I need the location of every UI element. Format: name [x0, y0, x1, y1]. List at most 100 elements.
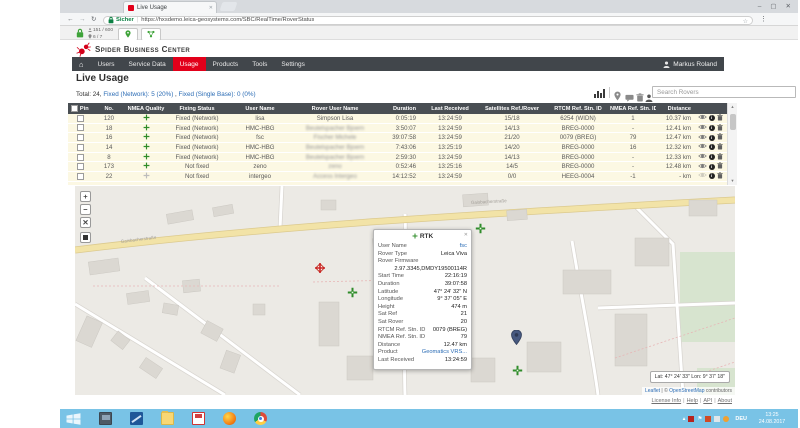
nav-item[interactable]: Usage: [173, 57, 206, 71]
nav-item[interactable]: Service Data: [122, 57, 173, 71]
address-bar[interactable]: Sicher | https://hxsdemo.leica-geosystem…: [103, 16, 753, 26]
show-on-map-icon[interactable]: [698, 114, 707, 122]
windows-start-icon[interactable]: [66, 413, 81, 425]
reference-station-pin[interactable]: [511, 330, 522, 350]
row-checkbox[interactable]: [77, 144, 84, 151]
terminal-app-icon[interactable]: [99, 412, 112, 425]
scroll-up-icon[interactable]: ▲: [728, 103, 737, 111]
table-row[interactable]: 16 Fixed (Network) fsc Fischer Michele 3…: [68, 133, 737, 143]
info-icon[interactable]: i: [709, 164, 715, 170]
tab-close-icon[interactable]: ✕: [209, 5, 213, 11]
locate-pin-icon[interactable]: [614, 88, 624, 98]
show-on-map-icon[interactable]: [698, 143, 707, 151]
tray-expand-icon[interactable]: ▴: [683, 416, 686, 422]
home-icon[interactable]: ⌂: [72, 57, 91, 71]
summary-fixed-network[interactable]: Fixed (Network): 5 (20%): [103, 91, 173, 98]
rover-marker-green[interactable]: [512, 363, 523, 381]
file-explorer-icon[interactable]: [161, 412, 174, 425]
rover-marker-green[interactable]: [475, 221, 486, 239]
footer-link[interactable]: About: [718, 398, 732, 404]
clear-selection-button[interactable]: ✕: [80, 217, 91, 228]
nav-item[interactable]: Users: [91, 57, 122, 71]
nav-item[interactable]: Tools: [245, 57, 274, 71]
osm-link[interactable]: OpenStreetMap: [669, 388, 704, 394]
map[interactable]: Gaisbacherstraße Gaisbacherstraße Steine…: [75, 186, 735, 395]
table-row[interactable]: 173 Not fixed zeno zeno 0:52:46 13:25:16…: [68, 162, 737, 172]
tray-update-icon[interactable]: [723, 416, 729, 422]
row-checkbox[interactable]: [77, 154, 84, 161]
footer-link[interactable]: Help: [687, 398, 698, 404]
tray-red-icon[interactable]: [688, 416, 694, 422]
tray-flag-icon[interactable]: ⚑: [697, 416, 702, 422]
zoom-in-button[interactable]: +: [80, 191, 91, 202]
search-input[interactable]: [652, 86, 796, 98]
table-row[interactable]: 22 Not fixed intergeo Access Intergeo 14…: [68, 172, 737, 182]
map-view-button[interactable]: [118, 28, 138, 41]
row-checkbox[interactable]: [77, 115, 84, 122]
minimize-icon[interactable]: –: [758, 3, 763, 10]
trash-icon[interactable]: [717, 162, 723, 171]
trash-icon[interactable]: [717, 124, 723, 133]
rover-marker-red[interactable]: [314, 261, 326, 279]
show-on-map-icon[interactable]: [698, 134, 707, 142]
browser-tab[interactable]: Live Usage ✕: [123, 1, 217, 13]
new-tab-button[interactable]: [220, 2, 238, 11]
info-icon[interactable]: i: [709, 115, 715, 121]
blue-app-icon[interactable]: [130, 412, 143, 425]
maximize-icon[interactable]: ▢: [770, 3, 777, 10]
show-on-map-icon[interactable]: [698, 124, 707, 132]
clock[interactable]: 13:25 24.08.2017: [750, 412, 794, 426]
select-all-checkbox[interactable]: [71, 105, 78, 112]
language-indicator[interactable]: DEU: [735, 416, 747, 422]
rover-marker-green[interactable]: [347, 285, 358, 303]
row-checkbox[interactable]: [77, 163, 84, 170]
tray-shield-icon[interactable]: [705, 416, 711, 422]
browser-menu-icon[interactable]: ⋮: [760, 15, 767, 23]
trash-icon[interactable]: [717, 133, 723, 142]
show-on-map-icon[interactable]: [698, 172, 707, 180]
row-checkbox[interactable]: [77, 173, 84, 180]
message-icon[interactable]: [625, 89, 635, 99]
nav-item[interactable]: Products: [206, 57, 246, 71]
leaflet-link[interactable]: Leaflet: [645, 388, 660, 394]
table-row[interactable]: 8 Fixed (Network) HMC-HBG Beutelspacher …: [68, 153, 737, 163]
table-row[interactable]: 18 Fixed (Network) HMC-HBG Beutelspacher…: [68, 124, 737, 134]
show-on-map-icon[interactable]: [698, 153, 707, 161]
popup-close-icon[interactable]: ✕: [464, 232, 468, 238]
window-close-icon[interactable]: ✕: [786, 3, 792, 10]
back-icon[interactable]: ←: [67, 16, 74, 23]
info-icon[interactable]: i: [709, 125, 715, 131]
table-scrollbar[interactable]: ▲ ▼: [727, 103, 737, 185]
info-icon[interactable]: i: [709, 135, 715, 141]
refresh-icon[interactable]: ↻: [91, 16, 96, 23]
row-checkbox[interactable]: [77, 124, 84, 131]
table-row[interactable]: 120 Fixed (Network) lisa Simpson Lisa 0:…: [68, 114, 737, 124]
show-on-map-icon[interactable]: [698, 163, 707, 171]
trash-icon[interactable]: [717, 143, 723, 152]
tray-volume-icon[interactable]: [714, 416, 720, 422]
row-checkbox[interactable]: [77, 134, 84, 141]
firefox-icon[interactable]: [223, 412, 236, 425]
summary-fixed-single[interactable]: Fixed (Single Base): 0 (0%): [179, 91, 256, 98]
nav-item[interactable]: Settings: [274, 57, 312, 71]
draw-extent-button[interactable]: [80, 232, 91, 243]
footer-link[interactable]: License Info: [651, 398, 681, 404]
table-row[interactable]: 14 Fixed (Network) HMC-HBG Beutelspacher…: [68, 143, 737, 153]
forward-icon[interactable]: →: [79, 16, 86, 23]
bookmark-star-icon[interactable]: ☆: [743, 18, 748, 25]
info-icon[interactable]: i: [709, 173, 715, 179]
network-view-button[interactable]: [141, 28, 161, 41]
scrollbar-thumb[interactable]: [730, 114, 736, 130]
scroll-down-icon[interactable]: ▼: [728, 177, 737, 185]
chrome-icon[interactable]: [254, 412, 267, 425]
info-icon[interactable]: i: [709, 154, 715, 160]
info-icon[interactable]: i: [709, 144, 715, 150]
save-app-icon[interactable]: [192, 412, 205, 425]
chart-view-icon[interactable]: [594, 88, 606, 98]
trash-icon[interactable]: [717, 153, 723, 162]
current-user[interactable]: Markus Roland: [656, 57, 724, 71]
trash-icon[interactable]: [717, 172, 723, 181]
trash-icon[interactable]: [717, 114, 723, 123]
zoom-out-button[interactable]: −: [80, 204, 91, 215]
footer-link[interactable]: API: [703, 398, 712, 404]
